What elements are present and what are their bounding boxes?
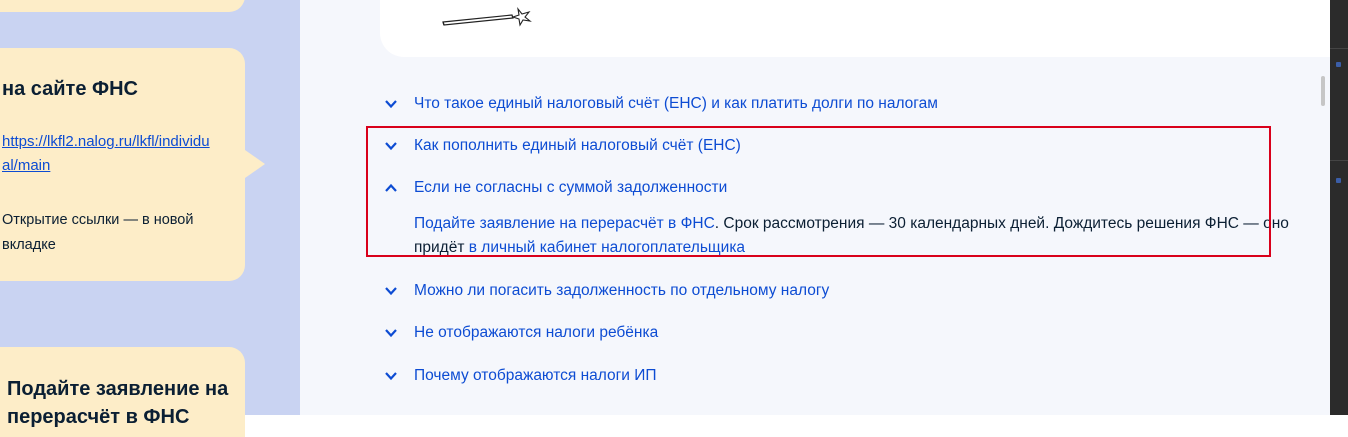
faq-question: Можно ли погасить задолженность по отдел… [414,282,830,299]
card-title: на сайте ФНС [2,78,138,100]
magic-wand-icon [442,7,532,27]
faq-question: Если не согласны с суммой задолженности [414,179,728,196]
divider [1330,48,1348,49]
panel-marker [1336,62,1341,67]
chevron-down-icon [385,100,397,109]
chevron-up-icon [385,183,397,192]
recalculation-link[interactable]: Подайте заявление на перерасчёт в ФНС [414,215,715,232]
faq-question: Почему отображаются налоги ИП [414,367,657,384]
taxpayer-cabinet-link[interactable]: в личный кабинет налогоплательщика [469,239,745,256]
info-card-top [0,0,245,12]
scrollbar-thumb[interactable] [1321,76,1325,106]
faq-item-topup[interactable]: Как пополнить единый налоговый счёт (ЕНС… [384,135,741,157]
main-content [300,0,1330,415]
fns-link-card: на сайте ФНС https://lkfl2.nalog.ru/lkfl… [0,48,265,281]
faq-item-separate-tax[interactable]: Можно ли погасить задолженность по отдел… [384,280,829,302]
divider [1330,160,1348,161]
faq-answer: Подайте заявление на перерасчёт в ФНС. С… [414,212,1334,260]
faq-question: Что такое единый налоговый счёт (ЕНС) и … [414,95,938,112]
chevron-down-icon [385,287,397,296]
card-note: Открытие ссылки — в новой вкладке [2,212,194,253]
fns-cabinet-link[interactable]: https://lkfl2.nalog.ru/lkfl/individual/m… [2,130,217,178]
faq-item-child-taxes[interactable]: Не отображаются налоги ребёнка [384,322,658,344]
faq-item-disagree[interactable]: Если не согласны с суммой задолженности [384,177,727,199]
card-bottom-title: Подайте заявление на перерасчёт в ФНС [7,378,229,428]
chevron-down-icon [385,142,397,151]
panel-marker [1336,178,1341,183]
faq-question: Не отображаются налоги ребёнка [414,324,659,341]
sidebar: на сайте ФНС https://lkfl2.nalog.ru/lkfl… [0,0,300,437]
faq-question: Как пополнить единый налоговый счёт (ЕНС… [414,137,741,154]
faq-item-ens[interactable]: Что такое единый налоговый счёт (ЕНС) и … [384,93,938,115]
faq-item-ip-taxes[interactable]: Почему отображаются налоги ИП [384,365,657,387]
chevron-down-icon [385,329,397,338]
submit-application-card: Подайте заявление на перерасчёт в ФНС [0,347,245,437]
right-panel-strip [1330,0,1348,415]
chevron-down-icon [385,372,397,381]
